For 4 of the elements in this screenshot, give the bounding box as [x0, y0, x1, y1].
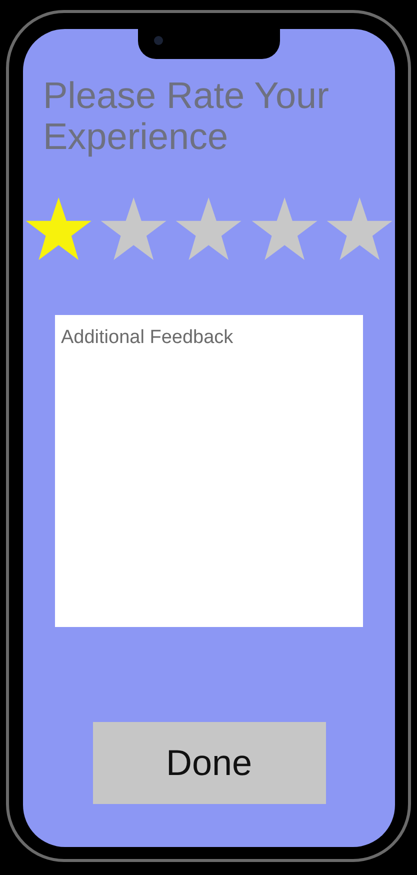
done-button[interactable]: Done: [92, 722, 326, 804]
feedback-field[interactable]: Additional Feedback: [55, 315, 363, 627]
page-title: Please Rate Your Experience: [43, 75, 330, 157]
camera-icon: [154, 36, 163, 45]
